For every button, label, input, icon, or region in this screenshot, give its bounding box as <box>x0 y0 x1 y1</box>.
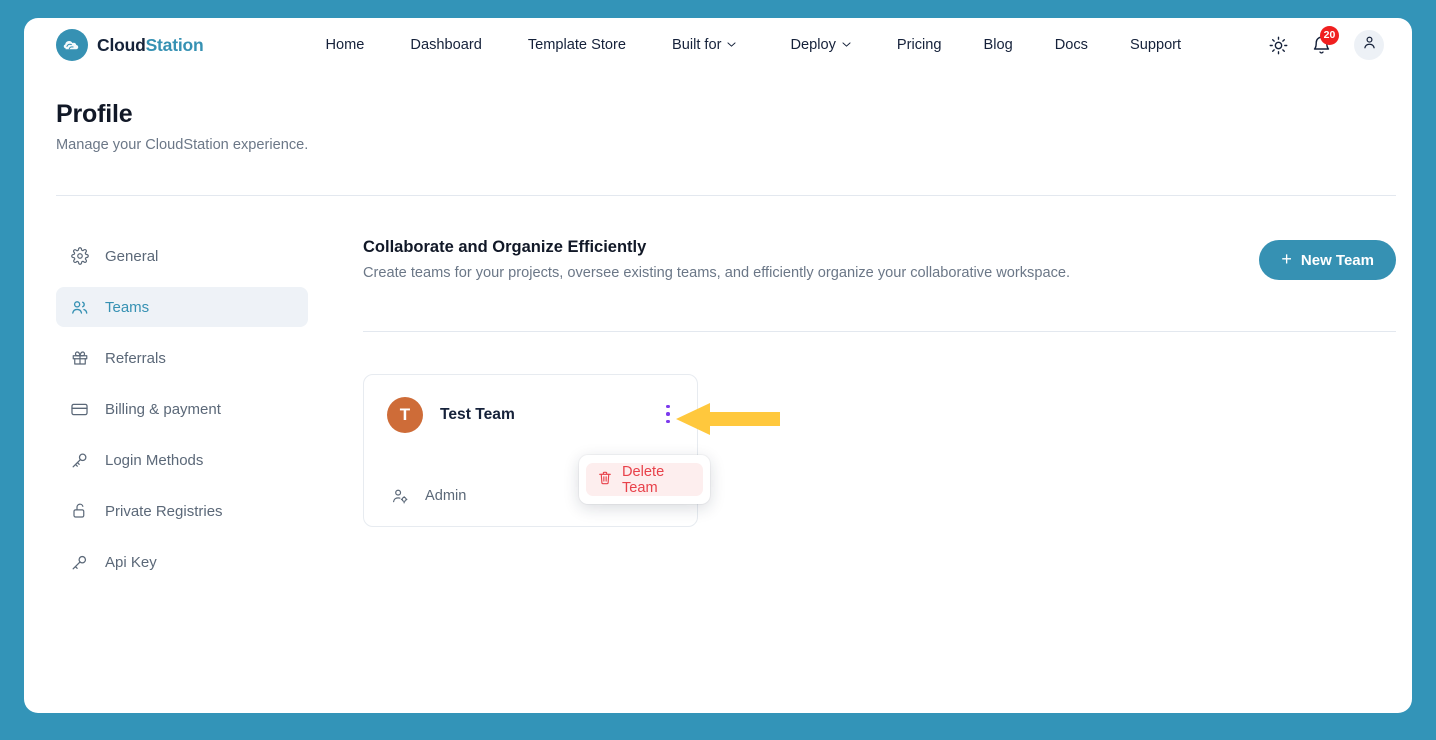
chevron-down-icon <box>727 40 737 49</box>
sidebar-item-referrals[interactable]: Referrals <box>56 338 308 378</box>
nav-item-label: Deploy <box>790 37 836 53</box>
account-avatar-button[interactable] <box>1354 30 1384 60</box>
nav-item-home[interactable]: Home <box>309 31 380 59</box>
new-team-button-label: New Team <box>1300 251 1374 269</box>
delete-team-label: Delete Team <box>622 463 665 496</box>
teams-section-divider <box>363 331 1396 332</box>
cloud-icon <box>56 29 88 61</box>
nav-item-label: Pricing <box>896 37 942 53</box>
sidebar-item-billing-and-payment[interactable]: Billing & payment <box>56 389 308 429</box>
nav-item-label: Dashboard <box>410 37 482 53</box>
team-context-menu: Delete Team <box>579 455 710 504</box>
nav-right-actions: 20 <box>1268 18 1384 72</box>
team-card[interactable]: T Test Team Admin <box>363 374 698 527</box>
team-role-label: Admin <box>425 488 467 504</box>
sidebar-item-login-methods[interactable]: Login Methods <box>56 440 308 480</box>
plus-icon: + <box>1281 249 1292 269</box>
team-name: Test Team <box>440 406 515 423</box>
kebab-dot <box>666 404 670 409</box>
teams-section-title: Collaborate and Organize Efficiently <box>363 238 647 256</box>
gear-icon <box>70 247 89 266</box>
trash-icon <box>597 470 613 490</box>
brand-name-part2: Station <box>145 34 204 55</box>
user-gear-icon <box>391 487 409 505</box>
nav-links: Home Dashboard Template Store Built for … <box>309 31 1197 59</box>
nav-item-docs[interactable]: Docs <box>1039 31 1104 59</box>
app-window: CloudStation Home Dashboard Template Sto… <box>24 18 1412 713</box>
teams-section: Collaborate and Organize Efficiently Cre… <box>363 238 1396 281</box>
nav-item-label: Home <box>325 37 365 53</box>
kebab-menu-icon[interactable] <box>658 397 678 431</box>
sidebar-item-teams[interactable]: Teams <box>56 287 308 327</box>
sidebar-item-general[interactable]: General <box>56 236 308 276</box>
user-icon <box>1361 34 1378 56</box>
team-role-row: Admin <box>391 487 466 505</box>
teams-section-subtitle: Create teams for your projects, oversee … <box>363 265 1071 281</box>
sidebar-item-label: Api Key <box>105 553 157 571</box>
kebab-dot <box>666 412 670 416</box>
delete-team-menu-item[interactable]: Delete Team <box>586 463 703 496</box>
nav-item-label: Built for <box>671 37 722 53</box>
brand-logo-link[interactable]: CloudStation <box>56 29 204 61</box>
nav-item-pricing[interactable]: Pricing <box>881 31 958 59</box>
page-title: Profile <box>56 100 133 128</box>
nav-item-blog[interactable]: Blog <box>968 31 1029 59</box>
nav-item-label: Blog <box>983 37 1013 53</box>
new-team-button[interactable]: + New Team <box>1259 240 1396 280</box>
brand-name: CloudStation <box>97 34 204 56</box>
key-icon <box>70 553 89 572</box>
chevron-down-icon <box>842 40 851 49</box>
nav-item-deploy[interactable]: Deploy <box>774 31 866 59</box>
nav-item-label: Support <box>1129 37 1182 53</box>
nav-item-built-for[interactable]: Built for <box>656 31 752 59</box>
sidebar-item-label: Login Methods <box>105 451 204 469</box>
nav-item-template-store[interactable]: Template Store <box>512 31 642 59</box>
sidebar-item-private-registries[interactable]: Private Registries <box>56 491 308 531</box>
teams-section-header: Collaborate and Organize Efficiently Cre… <box>363 238 1396 281</box>
sidebar-item-label: Teams <box>105 298 150 316</box>
sun-icon[interactable] <box>1268 35 1289 56</box>
page-header: Profile Manage your CloudStation experie… <box>56 100 308 153</box>
sidebar-item-label: Referrals <box>105 349 166 367</box>
key-icon <box>70 451 89 470</box>
nav-item-label: Docs <box>1054 37 1088 53</box>
page-background: CloudStation Home Dashboard Template Sto… <box>0 0 1436 740</box>
unlock-icon <box>70 502 89 521</box>
top-navigation-bar: CloudStation Home Dashboard Template Sto… <box>24 18 1412 72</box>
credit-card-icon <box>70 400 89 419</box>
notification-count-badge: 20 <box>1320 25 1339 45</box>
sidebar-item-label: Private Registries <box>105 502 223 520</box>
brand-name-part1: Cloud <box>97 34 146 55</box>
nav-item-support[interactable]: Support <box>1114 31 1197 59</box>
sidebar-item-label: Billing & payment <box>105 400 221 418</box>
bell-icon[interactable]: 20 <box>1311 25 1339 56</box>
header-divider <box>56 195 1396 196</box>
settings-sidebar: General Teams Referrals Billing & paymen… <box>56 236 308 593</box>
team-avatar: T <box>387 397 423 433</box>
nav-item-label: Template Store <box>527 37 626 53</box>
nav-item-dashboard[interactable]: Dashboard <box>394 31 497 59</box>
kebab-dot <box>666 419 670 424</box>
users-icon <box>70 298 89 317</box>
gift-icon <box>70 349 89 368</box>
sidebar-item-label: General <box>105 247 159 265</box>
sidebar-item-api-key[interactable]: Api Key <box>56 542 308 582</box>
page-subtitle: Manage your CloudStation experience. <box>56 137 309 153</box>
team-card-header: T Test Team <box>364 375 697 433</box>
teams-section-text: Collaborate and Organize Efficiently Cre… <box>363 238 1070 281</box>
